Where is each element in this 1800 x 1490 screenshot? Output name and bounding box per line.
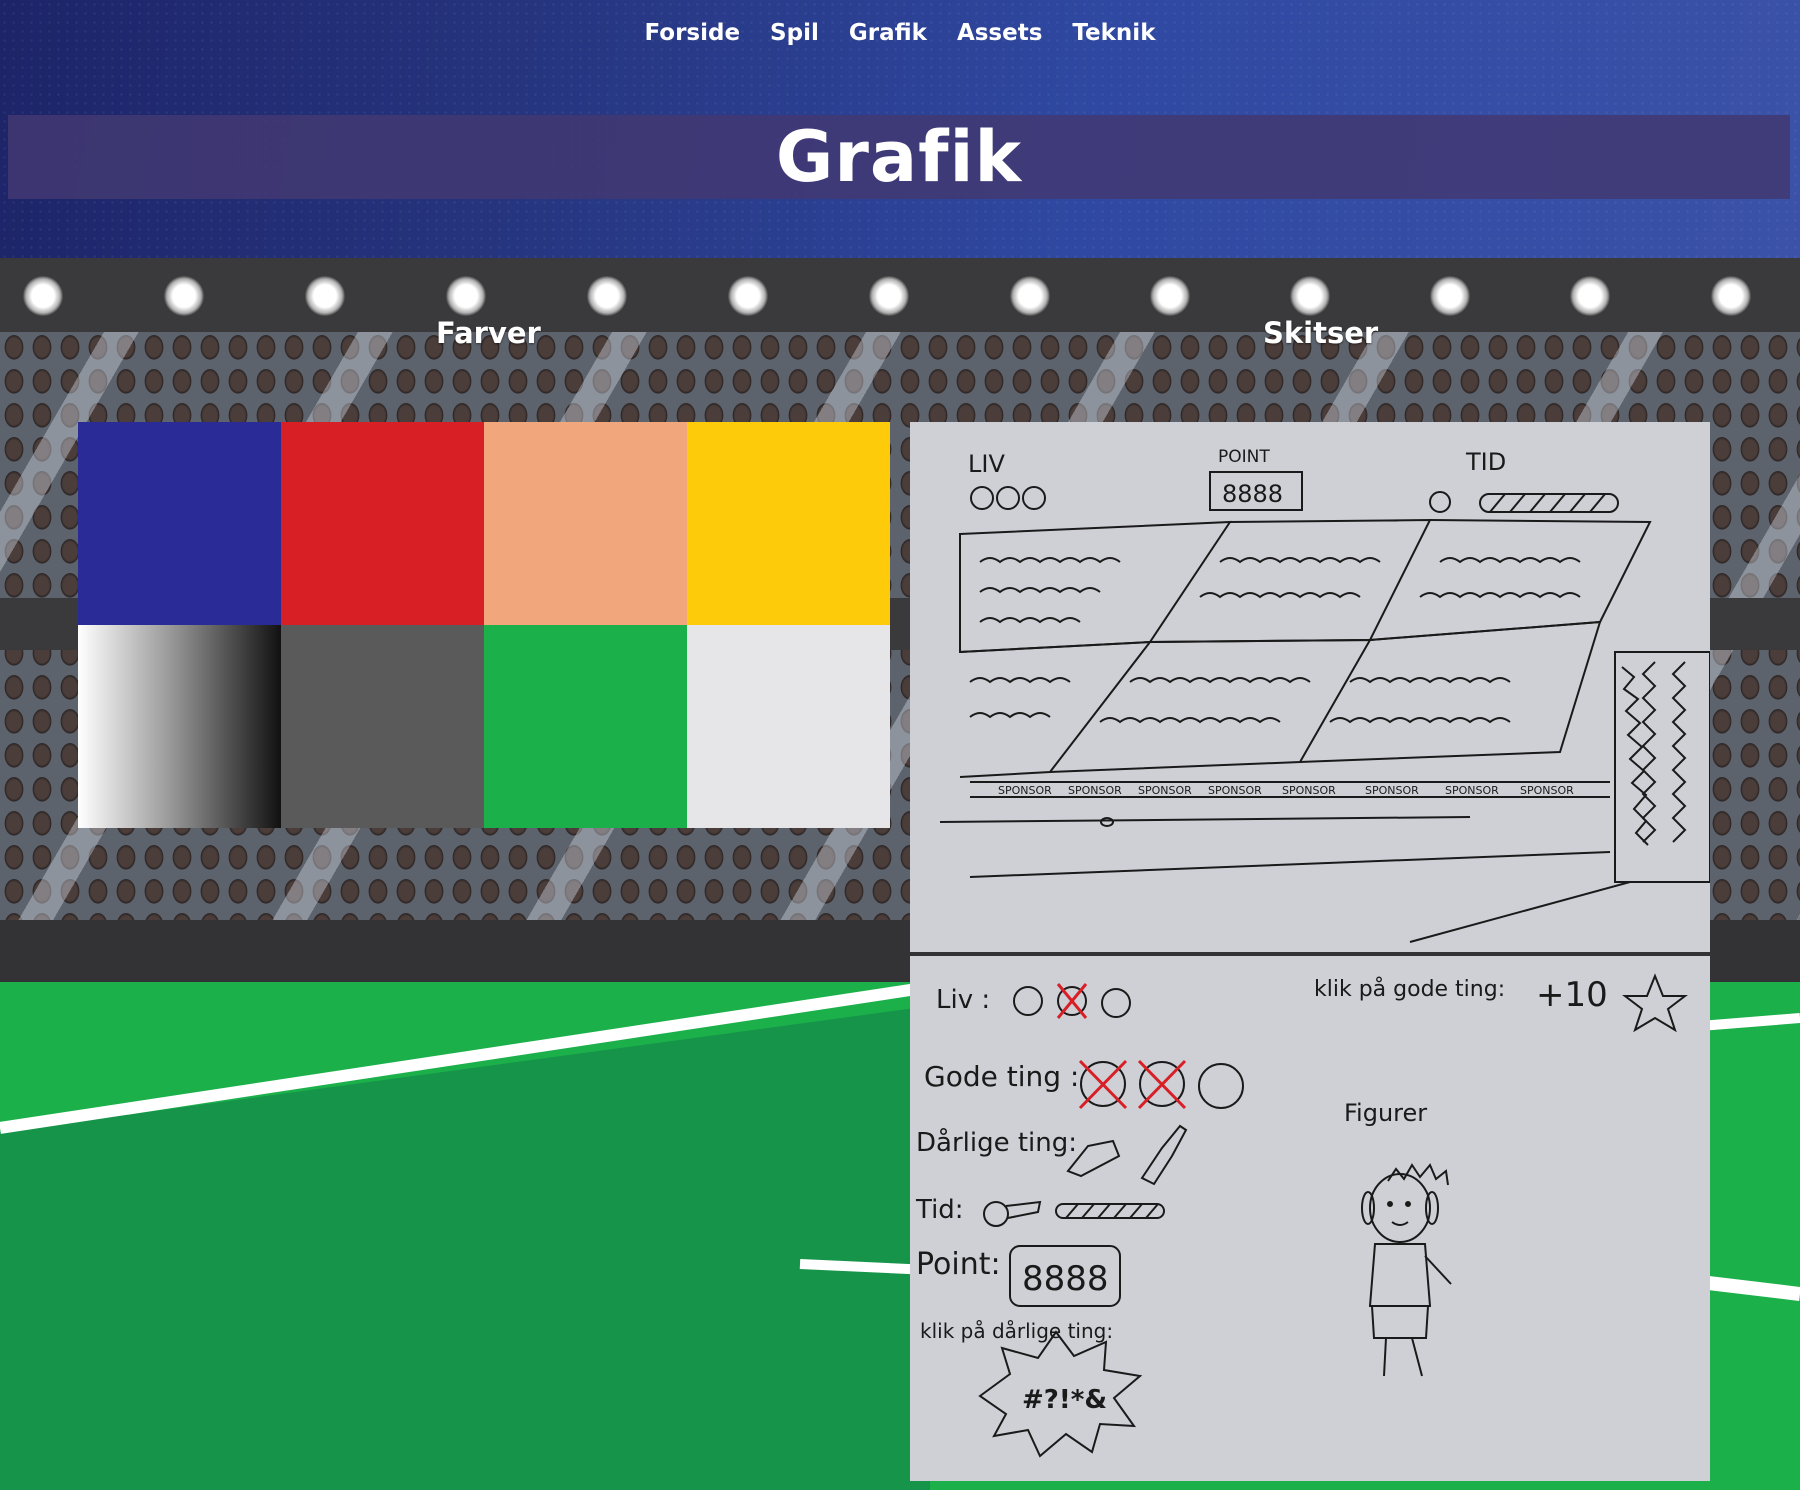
ball-icon bbox=[996, 486, 1020, 510]
swatch-blue bbox=[78, 422, 281, 625]
title-band: Grafik bbox=[8, 115, 1790, 199]
sketch-label-liv: LIV bbox=[968, 450, 1005, 478]
sketch-good-things: Gode ting : bbox=[924, 1060, 1079, 1093]
colors-heading: Farver bbox=[436, 316, 541, 350]
sketch-bad-things: Dårlige ting: bbox=[916, 1127, 1077, 1158]
swatch-green bbox=[484, 625, 687, 828]
swatch-gray bbox=[281, 625, 484, 828]
sketch-assets: Liv : klik på gode ting: +10 Gode ting :… bbox=[910, 956, 1710, 1481]
sketch-curse: #?!*& bbox=[1022, 1385, 1107, 1415]
ball-icon bbox=[1101, 988, 1131, 1018]
whistle-icon bbox=[983, 1201, 1009, 1227]
sponsor-board: SPONSOR bbox=[998, 784, 1052, 797]
stadium-lights-bar bbox=[0, 258, 1800, 332]
sketch-label-tid: TID bbox=[1465, 448, 1506, 476]
nav-teknik[interactable]: Teknik bbox=[1072, 20, 1155, 46]
sponsor-board: SPONSOR bbox=[1282, 784, 1336, 797]
nav-grafik[interactable]: Grafik bbox=[849, 20, 927, 46]
ball-icon bbox=[970, 486, 994, 510]
swatch-light-gray bbox=[687, 625, 890, 828]
sketch-label-point: POINT bbox=[1218, 447, 1270, 467]
ball-icon bbox=[1022, 486, 1046, 510]
stadium-light-icon bbox=[728, 276, 768, 316]
swatch-peach bbox=[484, 422, 687, 625]
sponsor-board: SPONSOR bbox=[1445, 784, 1499, 797]
stadium-light-icon bbox=[1711, 276, 1751, 316]
sketch-score: 8888 bbox=[1222, 480, 1283, 508]
player-figure-icon bbox=[1361, 1163, 1452, 1377]
swatch-gradient bbox=[78, 625, 281, 828]
stadium-light-icon bbox=[164, 276, 204, 316]
swatch-yellow bbox=[687, 422, 890, 625]
nav-assets[interactable]: Assets bbox=[957, 20, 1042, 46]
sketch-figures: Figurer bbox=[1344, 1099, 1427, 1127]
goal-icon bbox=[1614, 651, 1710, 883]
bottle-icon bbox=[1140, 1124, 1188, 1186]
sketch-click-bad: klik på dårlige ting: bbox=[920, 1319, 1113, 1343]
page-title: Grafik bbox=[775, 116, 1023, 198]
stadium-light-icon bbox=[1570, 276, 1610, 316]
star-icon bbox=[1622, 973, 1688, 1033]
stadium-light-icon bbox=[587, 276, 627, 316]
sketches-heading: Skitser bbox=[1263, 316, 1379, 350]
sketch-plus-ten: +10 bbox=[1536, 975, 1608, 1015]
ball-icon bbox=[1013, 986, 1043, 1016]
sponsor-board: SPONSOR bbox=[1208, 784, 1262, 797]
stadium-light-icon bbox=[1290, 276, 1330, 316]
sponsor-board: SPONSOR bbox=[1365, 784, 1419, 797]
whistle-icon bbox=[1429, 491, 1451, 513]
swatch-red bbox=[281, 422, 484, 625]
sketch-click-good: klik på gode ting: bbox=[1314, 976, 1505, 1002]
sponsor-board: SPONSOR bbox=[1520, 784, 1574, 797]
header-background: Forside Spil Grafik Assets Teknik Grafik bbox=[0, 0, 1800, 258]
sponsor-board: SPONSOR bbox=[1138, 784, 1192, 797]
main-nav: Forside Spil Grafik Assets Teknik bbox=[0, 20, 1800, 46]
stadium-light-icon bbox=[23, 276, 63, 316]
ball-icon bbox=[1198, 1063, 1244, 1109]
color-palette bbox=[78, 422, 890, 828]
stadium-light-icon bbox=[1010, 276, 1050, 316]
sketch-stadium-layout: LIV POINT 8888 TID SPONSOR SPONSOR SPONS… bbox=[910, 422, 1710, 952]
sketch-time: Tid: bbox=[915, 1195, 964, 1225]
stadium-light-icon bbox=[446, 276, 486, 316]
sketch-score: 8888 bbox=[1022, 1259, 1109, 1299]
stadium-light-icon bbox=[869, 276, 909, 316]
stadium-light-icon bbox=[305, 276, 345, 316]
sponsor-board: SPONSOR bbox=[1068, 784, 1122, 797]
sketch-points: Point: bbox=[916, 1247, 1001, 1282]
stadium-light-icon bbox=[1150, 276, 1190, 316]
stadium-light-icon bbox=[1430, 276, 1470, 316]
sketch-label-liv: Liv : bbox=[936, 985, 990, 1015]
nav-spil[interactable]: Spil bbox=[770, 20, 819, 46]
nav-forside[interactable]: Forside bbox=[644, 20, 740, 46]
